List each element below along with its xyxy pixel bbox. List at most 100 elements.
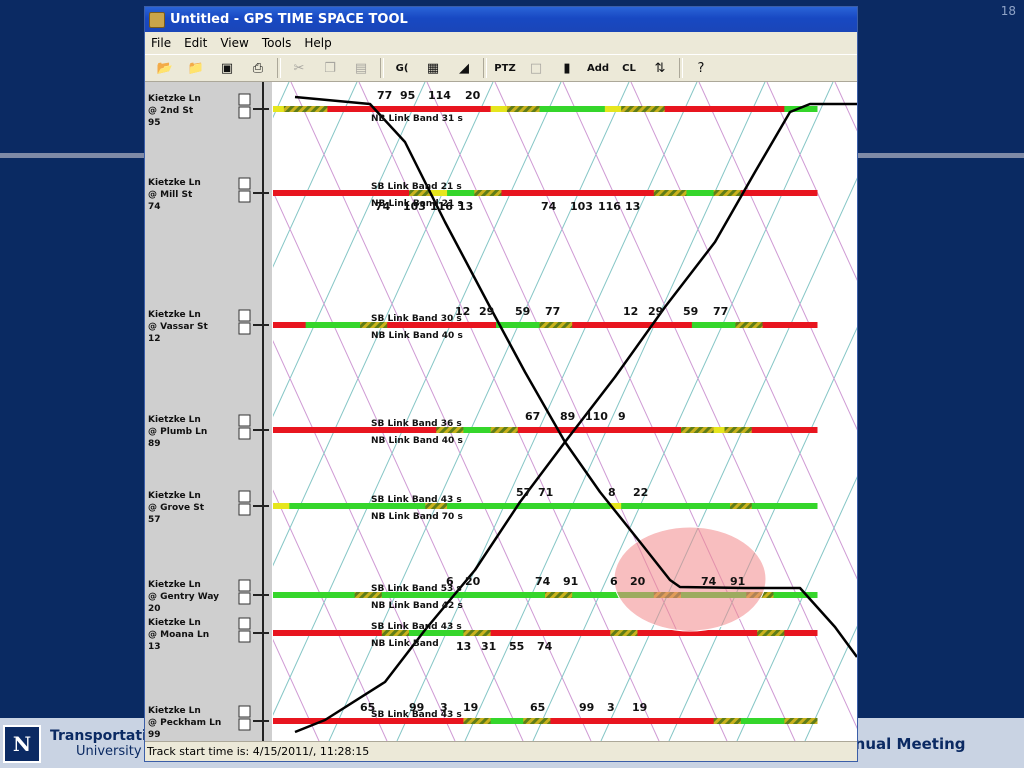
- menu-view[interactable]: View: [214, 36, 255, 50]
- phase-number: 59: [515, 305, 530, 318]
- signal-phase-segment: [273, 503, 290, 509]
- sb-band-label: SB Link Band 43 s: [371, 622, 462, 632]
- signal-phase-segment: [686, 190, 715, 196]
- menu-edit[interactable]: Edit: [178, 36, 214, 50]
- signal-phase-segment: [740, 718, 785, 724]
- intersection-name: Kietzke Ln: [148, 178, 201, 188]
- nb-band-line: [668, 326, 857, 741]
- g-button[interactable]: G(: [390, 57, 414, 79]
- status-bar: Track start time is: 4/15/2011/, 11:28:1…: [145, 741, 857, 761]
- sb-band-label: SB Link Band 43 s: [371, 710, 462, 720]
- phase-number: 13: [625, 200, 640, 213]
- nb-band-line: [532, 82, 834, 741]
- signal-phase-segment: [691, 322, 736, 328]
- signal-phase-segment: [490, 106, 508, 112]
- signal-phase-segment: [506, 106, 541, 112]
- scroll-down-button: [238, 190, 251, 203]
- phase-number: 20: [630, 575, 646, 588]
- footer-university-line: University: [76, 744, 142, 759]
- signal-phase-segment: [474, 190, 502, 196]
- phase-number: 74: [701, 575, 717, 588]
- signal-phase-segment: [273, 322, 307, 328]
- signal-phase-segment: [545, 592, 573, 598]
- phase-number: 91: [730, 575, 745, 588]
- ptz-button[interactable]: PTZ: [493, 57, 517, 79]
- phase-number: 95: [400, 89, 415, 102]
- time-space-plot[interactable]: Kietzke Ln @ 2nd St 95 77 95 114 20 NB Link Ban…: [145, 82, 857, 741]
- diagonal-icon[interactable]: ◢: [452, 57, 476, 79]
- cut-icon[interactable]: ✂: [287, 57, 311, 79]
- signal-icon[interactable]: ▮: [555, 57, 579, 79]
- signal-phase-segment: [463, 427, 492, 433]
- nb-band-line: [273, 82, 494, 567]
- intersection-name: Kietzke Ln: [148, 580, 201, 590]
- phase-number: 57: [516, 486, 531, 499]
- signal-phase-segment: [621, 106, 666, 112]
- intersection-cross-street: @ Moana Ln: [148, 630, 209, 640]
- phase-number: 59: [683, 305, 698, 318]
- toolbar-separator: [277, 58, 281, 78]
- phase-number: 19: [463, 701, 478, 714]
- signal-phase-segment: [539, 322, 573, 328]
- grid-icon[interactable]: ▦: [421, 57, 445, 79]
- app-window: Untitled - GPS TIME SPACE TOOL File Edit…: [145, 7, 857, 761]
- sb-band-line: [698, 82, 857, 431]
- intersection-id: 57: [148, 515, 161, 525]
- signal-phase-segment: [664, 106, 785, 112]
- menu-tools[interactable]: Tools: [256, 36, 299, 50]
- cl-button[interactable]: CL: [617, 57, 641, 79]
- select-icon[interactable]: □: [524, 57, 548, 79]
- phase-number: 74: [535, 575, 551, 588]
- nb-band-label: NB Link Band: [371, 639, 439, 649]
- phase-number: 110: [585, 410, 608, 423]
- paste-icon[interactable]: ▤: [349, 57, 373, 79]
- intersection-cross-street: @ Plumb Ln: [148, 427, 207, 437]
- sort-arrows-icon[interactable]: ⇅: [648, 57, 672, 79]
- scroll-down-button: [238, 718, 251, 731]
- nb-band-line: [736, 476, 857, 741]
- intersection-id: 95: [148, 118, 161, 128]
- intersection-name: Kietzke Ln: [148, 618, 201, 628]
- signal-phase-segment: [713, 190, 742, 196]
- scroll-down-button: [238, 503, 251, 516]
- intersection-name: Kietzke Ln: [148, 94, 201, 104]
- help-icon[interactable]: ?: [689, 57, 713, 79]
- toolbar-separator: [679, 58, 683, 78]
- scroll-up-button: [238, 490, 251, 503]
- signal-phase-segment: [463, 718, 492, 724]
- signal-phase-segment: [713, 718, 742, 724]
- intersection-id: 99: [148, 730, 161, 740]
- intersection-name: Kietzke Ln: [148, 491, 201, 501]
- add-button[interactable]: Add: [586, 57, 610, 79]
- phase-number: 77: [545, 305, 560, 318]
- intersection-name: Kietzke Ln: [148, 706, 201, 716]
- phase-number: 19: [632, 701, 647, 714]
- sb-band-label: SB Link Band 53 s: [371, 584, 462, 594]
- menu-bar: File Edit View Tools Help: [145, 32, 857, 54]
- window-title: Untitled - GPS TIME SPACE TOOL: [170, 12, 408, 27]
- phase-number: 67: [525, 410, 540, 423]
- save-disk-icon[interactable]: ▣: [215, 57, 239, 79]
- sb-band-label: SB Link Band 21 s: [371, 182, 462, 192]
- signal-phase-segment: [751, 503, 818, 509]
- open-file-icon[interactable]: 📁: [184, 57, 208, 79]
- signal-phase-segment: [681, 427, 715, 433]
- intersection-id: 74: [148, 202, 161, 212]
- menu-help[interactable]: Help: [298, 36, 338, 50]
- signal-phase-segment: [490, 718, 524, 724]
- signal-phase-segment: [523, 718, 551, 724]
- time-space-diagram[interactable]: Kietzke Ln @ 2nd St 95 77 95 114 20 NB Link Ban…: [145, 82, 857, 741]
- intersection-name: Kietzke Ln: [148, 310, 201, 320]
- print-icon[interactable]: ⎙: [246, 57, 270, 79]
- copy-icon[interactable]: ❐: [318, 57, 342, 79]
- scroll-up-button: [238, 579, 251, 592]
- menu-file[interactable]: File: [145, 36, 178, 50]
- phase-number: 77: [713, 305, 728, 318]
- scroll-down-button: [238, 427, 251, 440]
- nb-band-label: NB Link Band 40 s: [371, 436, 463, 446]
- signal-phase-segment: [713, 427, 726, 433]
- phase-number: 29: [648, 305, 663, 318]
- nb-band-label: NB Link Band 70 s: [371, 512, 463, 522]
- open-folder-icon[interactable]: 📂: [153, 57, 177, 79]
- phase-number: 116: [598, 200, 621, 213]
